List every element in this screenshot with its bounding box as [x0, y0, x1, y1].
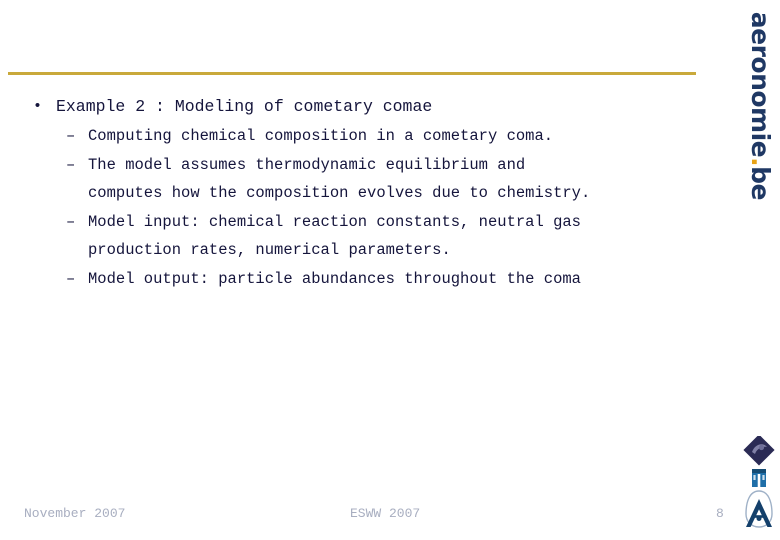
brand-watermark-text: aeronomie.be: [740, 0, 780, 200]
bullet-level2-model-output: – Model output: particle abundances thro…: [0, 265, 740, 293]
dash-marker-icon: –: [66, 156, 76, 174]
bullet-level1-example2: • Example 2 : Modeling of cometary comae: [0, 92, 740, 121]
bullet-text: Example 2 : Modeling of cometary comae: [56, 97, 433, 116]
footer-date: November 2007: [24, 506, 126, 521]
dash-marker-icon: –: [66, 270, 76, 288]
header-accent-rule: [8, 72, 696, 75]
bullet-text: Computing chemical composition in a come…: [88, 127, 554, 145]
bullet-marker-icon: •: [33, 98, 43, 115]
bira-diamond-icon: [743, 436, 775, 466]
bullet-text: The model assumes thermodynamic equilibr…: [88, 156, 526, 174]
slide-canvas: aeronomie.be • Example 2 : Modeling of c…: [0, 0, 780, 540]
dash-marker-icon: –: [66, 213, 76, 231]
bullet-level2-computing: – Computing chemical composition in a co…: [0, 122, 740, 150]
bullet-text: Model output: particle abundances throug…: [88, 270, 581, 288]
bullet-text-continuation: computes how the composition evolves due…: [88, 184, 591, 202]
brand-watermark: aeronomie.be: [740, 0, 780, 200]
bullet-text-continuation: production rates, numerical parameters.: [88, 241, 451, 259]
brand-tld: be: [746, 166, 775, 200]
bullet-level2-model-input: – Model input: chemical reaction constan…: [0, 208, 740, 264]
slide-footer: November 2007 ESWW 2007 8: [0, 503, 780, 527]
brand-dot: .: [746, 157, 775, 167]
slide-body: • Example 2 : Modeling of cometary comae…: [0, 92, 740, 293]
brand-name: aeronomie: [746, 11, 775, 158]
footer-page-number: 8: [716, 506, 724, 521]
dash-marker-icon: –: [66, 127, 76, 145]
institution-logo-stack: [738, 436, 780, 536]
antenna-radome-icon: [745, 490, 773, 528]
bullet-level2-model-assumes: – The model assumes thermodynamic equili…: [0, 151, 740, 207]
footer-event-name: ESWW 2007: [350, 506, 421, 521]
bullet-text: Model input: chemical reaction constants…: [88, 213, 581, 231]
